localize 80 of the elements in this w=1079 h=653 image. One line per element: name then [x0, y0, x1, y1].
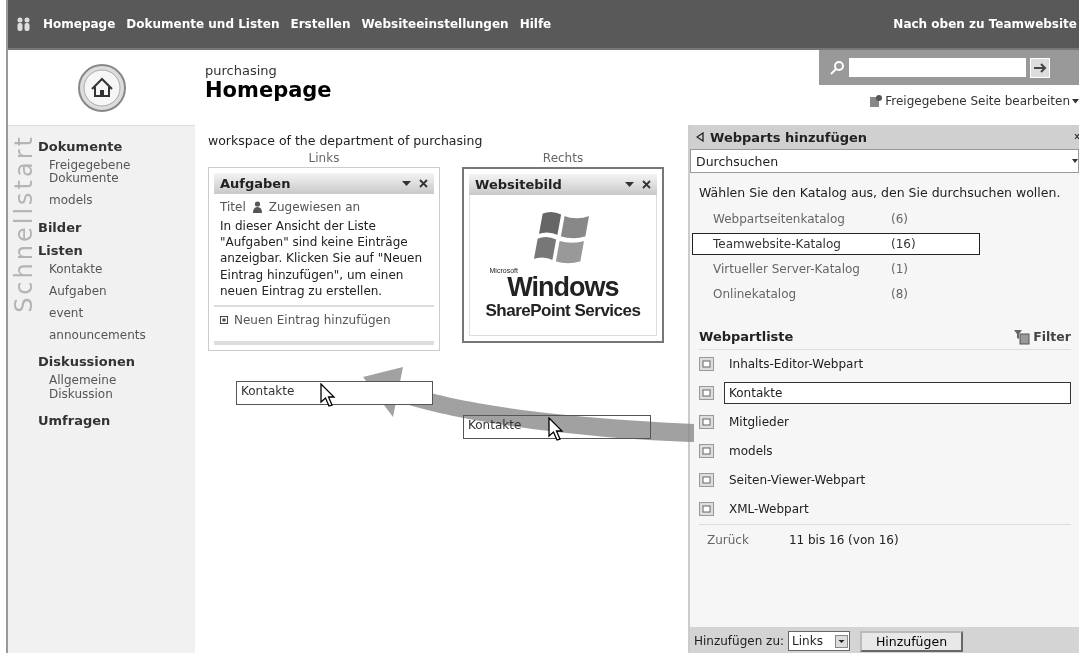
- close-icon[interactable]: [642, 180, 651, 189]
- web-part-icon: [699, 386, 714, 401]
- nav-link[interactable]: Dokumente und Listen: [126, 17, 280, 31]
- column-header[interactable]: Titel: [220, 200, 246, 214]
- web-part-item[interactable]: XML-Webpart: [724, 498, 1071, 521]
- nav-link[interactable]: Hilfe: [519, 17, 552, 31]
- quick-launch-heading[interactable]: Dokumente: [38, 139, 195, 154]
- add-button[interactable]: Hinzufügen: [859, 630, 964, 652]
- cursor-icon: [320, 383, 336, 407]
- dropdown-arrow-icon[interactable]: [625, 181, 634, 188]
- web-part-title: Aufgaben: [220, 176, 292, 191]
- back-link[interactable]: Zurück: [707, 532, 749, 547]
- quick-launch-item[interactable]: Kontakte: [49, 262, 159, 276]
- filter-link[interactable]: Filter: [1033, 329, 1071, 345]
- search-icon: [829, 59, 845, 76]
- column-header[interactable]: Zugewiesen an: [268, 200, 361, 214]
- cursor-icon: [548, 417, 564, 441]
- web-part-icon: [699, 502, 714, 517]
- filter-icon[interactable]: [1014, 328, 1031, 345]
- add-to-label: Hinzufügen zu:: [694, 634, 785, 648]
- nav-link[interactable]: Homepage: [43, 17, 116, 31]
- tool-pane-title: Webparts hinzufügen: [710, 129, 868, 145]
- drag-preview: Kontakte: [236, 381, 433, 405]
- caret-icon: [834, 634, 848, 648]
- nav-link[interactable]: Erstellen: [290, 17, 351, 31]
- home-icon: [76, 62, 127, 113]
- quick-launch-item[interactable]: announcements: [49, 329, 159, 343]
- empty-list-message: In dieser Ansicht der Liste "Aufgaben" sind keine Einträge anzeigbar. Klicken Sie auf "Neuen Eintrag hinzufügen", um einen neuen Eintrag zu erstellen.: [214, 216, 434, 307]
- back-arrow-icon[interactable]: [696, 132, 704, 142]
- zone-dropdown[interactable]: Links: [788, 631, 850, 651]
- quick-launch-heading[interactable]: Umfragen: [38, 412, 195, 428]
- up-to-site-link[interactable]: Nach oben zu Teamwebsite: [893, 17, 1077, 31]
- edit-page-menu[interactable]: Freigegebene Seite bearbeiten: [885, 94, 1070, 108]
- person-icon: [251, 201, 263, 213]
- web-part-item[interactable]: Inhalts-Editor-Webpart: [724, 353, 1071, 376]
- quick-launch-heading[interactable]: Bilder: [38, 219, 195, 235]
- people-icon: [16, 16, 32, 32]
- web-part-icon: [699, 444, 714, 459]
- web-part-item[interactable]: Seiten-Viewer-Webpart: [724, 469, 1071, 492]
- catalog-item[interactable]: Webpartseitenkatalog (6): [692, 207, 980, 230]
- web-part-list-title: Webpartliste: [699, 329, 794, 345]
- quick-launch-heading[interactable]: Listen: [38, 242, 195, 258]
- catalog-item[interactable]: Virtueller Server-Katalog (1): [692, 257, 980, 280]
- catalog-item[interactable]: Onlinekatalog (8): [692, 282, 980, 305]
- web-part-title: Websitebild: [475, 177, 563, 192]
- quick-launch-item[interactable]: Aufgaben: [49, 284, 159, 298]
- quick-launch-item[interactable]: Freigegebene Dokumente: [49, 159, 159, 186]
- site-name[interactable]: purchasing: [205, 63, 819, 78]
- page-title: Homepage: [205, 78, 333, 102]
- web-part-item[interactable]: Mitglieder: [724, 411, 1071, 434]
- site-description: workspace of the department of purchasing: [208, 133, 484, 148]
- close-icon[interactable]: [419, 179, 428, 188]
- caret-icon: [1072, 158, 1078, 164]
- caret-icon[interactable]: [1072, 98, 1079, 104]
- zone-label: Links: [308, 151, 340, 165]
- mode-dropdown[interactable]: Durchsuchen: [690, 149, 1079, 173]
- paging-range: 11 bis 16 (von 16): [788, 532, 899, 547]
- web-part-icon: [699, 415, 714, 430]
- close-icon[interactable]: [1074, 132, 1079, 142]
- add-item-link[interactable]: Neuen Eintrag hinzufügen: [234, 312, 391, 327]
- quick-launch-item[interactable]: models: [49, 194, 159, 208]
- web-part-item[interactable]: models: [724, 440, 1071, 463]
- drag-preview: Kontakte: [463, 415, 651, 439]
- quick-launch-heading[interactable]: Diskussionen: [38, 354, 195, 370]
- web-part-item[interactable]: Kontakte: [724, 382, 1071, 405]
- quick-launch-item[interactable]: event: [49, 306, 159, 321]
- nav-link[interactable]: Websiteeinstellungen: [361, 17, 509, 31]
- catalog-item[interactable]: Teamwebsite-Katalog (16): [692, 232, 980, 255]
- search-field[interactable]: [849, 58, 1026, 77]
- zone-label: Rechts: [542, 151, 584, 165]
- edit-page-icon: [869, 94, 884, 108]
- web-part-icon: [699, 357, 714, 372]
- add-item-icon: [220, 315, 228, 324]
- dropdown-arrow-icon[interactable]: [402, 180, 411, 187]
- logo-text: Windows: [507, 274, 619, 301]
- quick-launch-item[interactable]: Allgemeine Diskussion: [49, 374, 159, 401]
- instruction-text: Wählen Sie den Katalog aus, den Sie durchsuchen wollen.: [699, 185, 1062, 201]
- logo-text: SharePoint Services: [485, 301, 641, 321]
- web-part-icon: [699, 473, 714, 488]
- quick-launch-label: Schnellstart: [12, 134, 36, 313]
